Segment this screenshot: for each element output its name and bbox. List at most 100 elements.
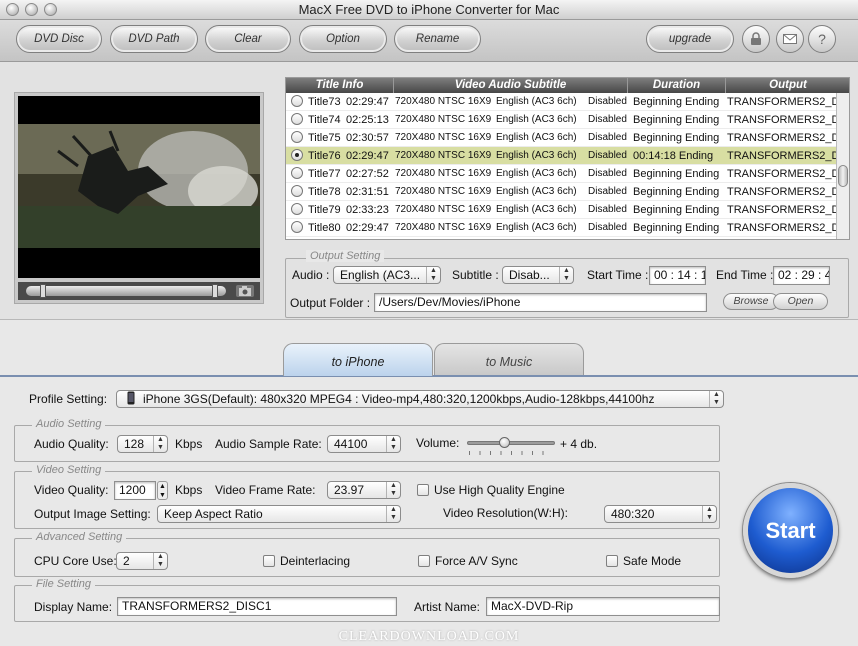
open-button[interactable]: Open [773, 293, 828, 310]
video-frame-rate-value: 23.97 [334, 483, 365, 497]
rename-button[interactable]: Rename [394, 25, 481, 53]
safe-mode-checkbox[interactable] [606, 555, 618, 567]
profile-value: iPhone 3GS(Default): 480x320 MPEG4 : Vid… [143, 392, 655, 406]
list-scrollbar[interactable] [836, 93, 849, 239]
close-window-button[interactable] [6, 3, 19, 16]
audio-quality-select[interactable]: 128 ▲ ▼ [117, 435, 168, 453]
mail-icon [783, 34, 797, 44]
table-row[interactable]: Title80 02:29:47 720X480 NTSC 16X9 English … [286, 219, 849, 237]
clear-button[interactable]: Clear [205, 25, 291, 53]
audio-sample-rate-select[interactable]: 44100 ▲ ▼ [327, 435, 401, 453]
safe-mode-label: Safe Mode [623, 554, 682, 568]
tab-to-iphone[interactable]: to iPhone [283, 343, 433, 376]
video-resolution-value: 480:320 [611, 507, 655, 521]
upgrade-button[interactable]: upgrade [646, 25, 734, 53]
cpu-core-select[interactable]: 2 ▲ ▼ [116, 552, 168, 570]
subtitle-select[interactable]: Disab... ▲ ▼ [502, 266, 574, 284]
seek-handle-end[interactable] [212, 284, 218, 298]
video-quality-stepper[interactable]: ▲ ▼ [157, 481, 168, 500]
start-button[interactable]: Start [743, 483, 838, 578]
window-title: MacX Free DVD to iPhone Converter for Ma… [298, 2, 560, 17]
volume-value: + 4 db. [560, 437, 598, 451]
minimize-window-button[interactable] [25, 3, 38, 16]
title-radio-button[interactable] [291, 167, 303, 179]
cell-audio: English (AC3 6ch) [496, 150, 577, 161]
seek-track[interactable] [26, 286, 226, 296]
cell-duration: Beginning Ending [633, 204, 720, 216]
header-duration[interactable]: Duration [628, 78, 726, 93]
cell-duration: Beginning Ending [633, 222, 720, 234]
cell-video: 720X480 NTSC 16X9 [395, 222, 492, 233]
browse-button[interactable]: Browse [723, 293, 779, 310]
profile-select[interactable]: iPhone 3GS(Default): 480x320 MPEG4 : Vid… [116, 390, 724, 408]
stepper-arrows-icon: ▲ ▼ [702, 506, 716, 522]
cell-subtitle: Disabled [588, 132, 627, 143]
cell-audio: English (AC3 6ch) [496, 114, 577, 125]
end-time-label: End Time : [716, 268, 774, 282]
dvd-disc-button[interactable]: DVD Disc [16, 25, 102, 53]
cell-output: TRANSFORMERS2_DISC1 [727, 186, 849, 198]
video-quality-field[interactable]: 1200 [114, 481, 156, 500]
seek-handle-start[interactable] [40, 284, 46, 298]
cell-time: 02:29:47 [346, 222, 389, 234]
table-row[interactable]: Title74 02:25:13 720X480 NTSC 16X9 English … [286, 111, 849, 129]
cell-audio: English (AC3 6ch) [496, 132, 577, 143]
dvd-path-button[interactable]: DVD Path [110, 25, 198, 53]
stepper-arrows-icon: ▲ ▼ [386, 506, 400, 522]
deinterlacing-checkbox[interactable] [263, 555, 275, 567]
start-time-field[interactable]: 00 : 14 : 18 [649, 266, 706, 285]
output-folder-label: Output Folder : [290, 296, 371, 310]
volume-ticks [469, 451, 553, 455]
audio-quality-label: Audio Quality: [34, 437, 109, 451]
stepper-arrows-icon: ▲ ▼ [426, 267, 440, 283]
mail-button[interactable] [776, 25, 804, 53]
output-folder-field[interactable]: /Users/Dev/Movies/iPhone [374, 293, 707, 312]
title-radio-button[interactable] [291, 185, 303, 197]
high-quality-engine-checkbox[interactable] [417, 484, 429, 496]
table-row[interactable]: Title77 02:27:52 720X480 NTSC 16X9 English … [286, 165, 849, 183]
snapshot-button[interactable] [236, 285, 254, 297]
header-title-info[interactable]: Title Info [286, 78, 394, 93]
title-radio-button[interactable] [291, 113, 303, 125]
lock-button[interactable] [742, 25, 770, 53]
deinterlacing-label: Deinterlacing [280, 554, 351, 568]
table-row[interactable]: Title76 02:29:47 720X480 NTSC 16X9 English … [286, 147, 849, 165]
audio-track-select[interactable]: English (AC3... ▲ ▼ [333, 266, 441, 284]
table-row[interactable]: Title75 02:30:57 720X480 NTSC 16X9 English … [286, 129, 849, 147]
header-output[interactable]: Output [726, 78, 849, 93]
output-image-setting-label: Output Image Setting: [34, 507, 151, 521]
volume-thumb[interactable] [499, 437, 510, 448]
cell-video: 720X480 NTSC 16X9 [395, 96, 492, 107]
title-radio-button[interactable] [291, 149, 303, 161]
end-time-field[interactable]: 02 : 29 : 47 [773, 266, 830, 285]
zoom-window-button[interactable] [44, 3, 57, 16]
help-button[interactable]: ? [808, 25, 836, 53]
title-radio-button[interactable] [291, 131, 303, 143]
table-row[interactable]: Title73 02:29:47 720X480 NTSC 16X9 English … [286, 93, 849, 111]
table-row[interactable]: Title78 02:31:51 720X480 NTSC 16X9 English … [286, 183, 849, 201]
stepper-arrows-icon: ▲ ▼ [386, 436, 400, 452]
title-radio-button[interactable] [291, 203, 303, 215]
title-radio-button[interactable] [291, 95, 303, 107]
display-name-field[interactable]: TRANSFORMERS2_DISC1 [117, 597, 397, 616]
stepper-arrows-icon: ▲ ▼ [386, 482, 400, 498]
file-setting-legend: File Setting [32, 578, 96, 590]
video-frame-rate-select[interactable]: 23.97 ▲ ▼ [327, 481, 401, 499]
cell-duration: Beginning Ending [633, 96, 720, 108]
list-scroll-thumb[interactable] [838, 165, 848, 187]
tab-to-music[interactable]: to Music [434, 343, 584, 376]
header-video-audio-subtitle[interactable]: Video Audio Subtitle [394, 78, 628, 93]
artist-name-field[interactable]: MacX-DVD-Rip [486, 597, 720, 616]
cell-time: 02:30:57 [346, 132, 389, 144]
seek-bar[interactable] [18, 282, 260, 300]
table-row[interactable]: Title79 02:33:23 720X480 NTSC 16X9 English … [286, 201, 849, 219]
cpu-core-value: 2 [123, 554, 130, 568]
video-resolution-select[interactable]: 480:320 ▲ ▼ [604, 505, 717, 523]
output-image-select[interactable]: Keep Aspect Ratio ▲ ▼ [157, 505, 401, 523]
title-radio-button[interactable] [291, 221, 303, 233]
volume-slider[interactable] [467, 437, 555, 457]
force-av-sync-checkbox[interactable] [418, 555, 430, 567]
cell-duration: Beginning Ending [633, 168, 720, 180]
cpu-core-label: CPU Core Use: [34, 554, 117, 568]
option-button[interactable]: Option [299, 25, 387, 53]
